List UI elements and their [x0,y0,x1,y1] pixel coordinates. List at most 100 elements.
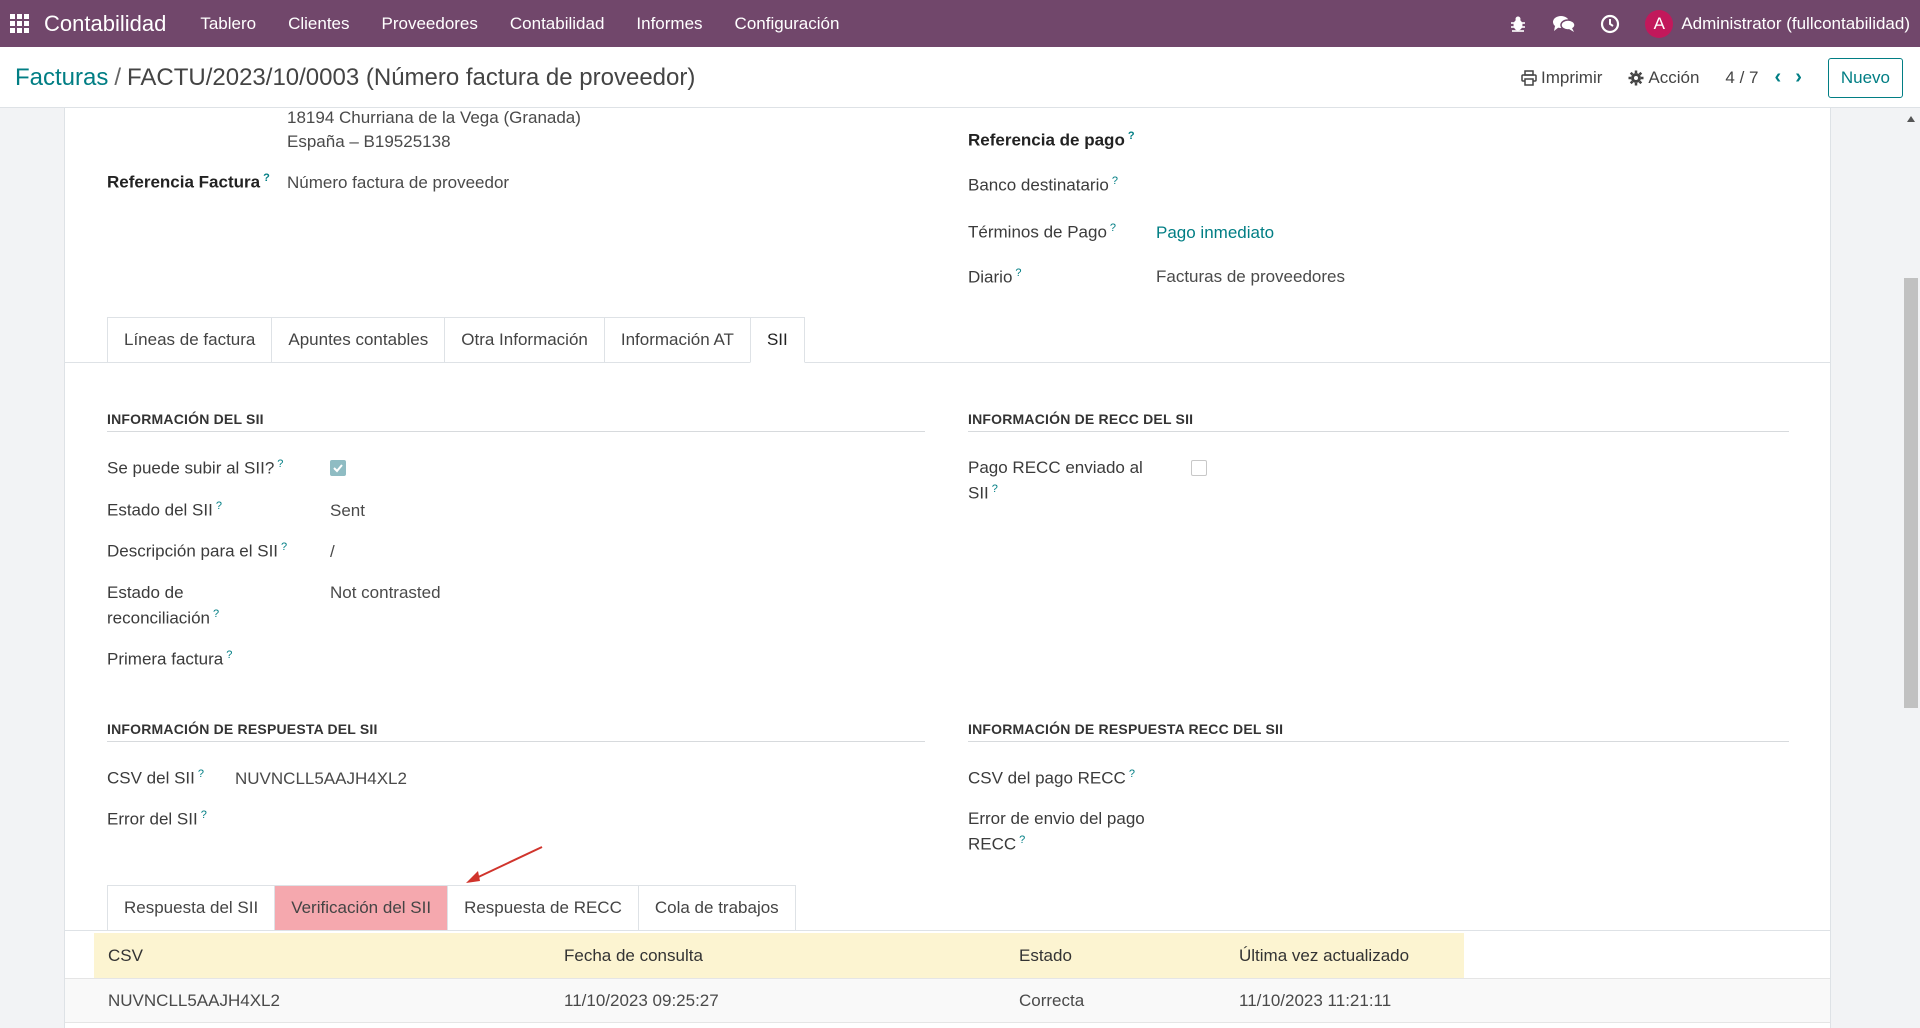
recc-csv-label: CSV del pago RECC? [968,768,1135,788]
help-icon[interactable]: ? [1128,130,1135,142]
recc-error-label-1: Error de envio del pago [968,809,1145,828]
recc-response-title: INFORMACIÓN DE RESPUESTA RECC DEL SII [968,721,1284,737]
can-upload-checkbox[interactable] [330,460,346,476]
apps-menu-icon[interactable] [10,13,30,34]
help-icon[interactable]: ? [277,458,283,470]
chat-icon[interactable] [1552,12,1577,36]
help-icon[interactable]: ? [1019,834,1025,846]
menu-item-contabilidad[interactable]: Contabilidad [510,14,605,34]
pager-previous-icon[interactable]: ‹ [1775,66,1782,89]
partner-address-line2: España – B19525138 [287,132,451,151]
sii-csv-value: NUVNCLL5AAJH4XL2 [235,769,407,788]
table-row[interactable] [65,978,1830,1023]
print-button[interactable]: Imprimir [1521,68,1602,88]
help-icon[interactable]: ? [1110,222,1116,234]
new-button[interactable]: Nuevo [1827,57,1903,98]
help-icon[interactable]: ? [1015,267,1021,279]
help-icon[interactable]: ? [281,541,287,553]
app-brand[interactable]: Contabilidad [44,11,166,37]
table-cell-state: Correcta [1019,991,1085,1010]
help-icon[interactable]: ? [198,768,204,780]
action-label: Acción [1648,67,1700,87]
scrollbar-thumb[interactable] [1904,278,1918,708]
user-avatar[interactable]: A [1645,9,1674,38]
bug-icon[interactable] [1506,12,1530,36]
clock-icon[interactable] [1598,12,1622,36]
section-divider [107,431,925,432]
table-cell-query-date: 11/10/2023 09:25:27 [564,991,719,1010]
checkmark-icon [333,464,343,473]
recc-sent-label-1: Pago RECC enviado al [968,458,1143,477]
section-divider [968,431,1789,432]
gear-icon [1628,70,1644,85]
sii-state-label: Estado del SII? [107,500,222,520]
column-header-query-date[interactable]: Fecha de consulta [564,946,703,966]
menu-item-proveedores[interactable]: Proveedores [382,14,478,34]
help-icon[interactable]: ? [201,809,207,821]
print-label: Imprimir [1541,67,1603,87]
sii-csv-label: CSV del SII? [107,768,204,788]
payment-terms-value[interactable]: Pago inmediato [1156,223,1274,243]
journal-value[interactable]: Facturas de proveedores [1156,267,1345,287]
tab-sii-verification[interactable]: Verificación del SII [274,885,448,931]
page-scrollbar[interactable] [1902,108,1920,1028]
sii-sub-tabs: Respuesta del SII Verificación del SII R… [107,885,796,931]
user-menu[interactable]: Administrator (fullcontabilidad) [1681,14,1910,34]
action-button[interactable]: Acción [1628,68,1699,88]
help-icon[interactable]: ? [992,483,998,495]
scroll-up-icon[interactable] [1907,116,1915,122]
tab-sii[interactable]: SII [749,317,805,363]
recc-sent-checkbox[interactable] [1191,460,1207,476]
pager-value[interactable]: 4 / 7 [1725,68,1758,88]
help-icon[interactable]: ? [263,172,270,184]
table-cell-csv: NUVNCLL5AAJH4XL2 [108,991,280,1010]
help-icon[interactable]: ? [226,649,232,661]
printer-icon [1521,69,1537,86]
tab-recc-response[interactable]: Respuesta de RECC [447,885,638,931]
sii-state-value: Sent [330,501,365,520]
sii-description-value[interactable]: / [330,542,335,562]
help-icon[interactable]: ? [213,608,219,620]
column-header-last-updated[interactable]: Última vez actualizado [1239,946,1409,966]
breadcrumb-current: FACTU/2023/10/0003 (Número factura de pr… [127,64,696,91]
sii-description-label: Descripción para el SII? [107,541,288,561]
section-divider [968,741,1789,742]
help-icon[interactable]: ? [216,500,222,512]
menu-item-informes[interactable]: Informes [636,14,702,34]
tab-at-info[interactable]: Información AT [603,317,750,363]
annotation-arrow-icon [466,846,543,883]
invoice-ref-label: Referencia Factura? [107,172,270,192]
form-sheet: 18194 Churriana de la Vega (Granada) Esp… [64,108,1831,1028]
section-divider [107,741,925,742]
breadcrumb-facturas-link[interactable]: Facturas [15,64,108,91]
menu-item-clientes[interactable]: Clientes [288,14,349,34]
pager-next-icon[interactable]: › [1795,66,1802,89]
first-invoice-label: Primera factura? [107,649,233,669]
help-icon[interactable]: ? [1112,175,1118,187]
journal-label: Diario? [968,267,1022,287]
reconcile-state-label-2: reconciliación? [107,608,220,628]
menu-item-tablero[interactable]: Tablero [200,14,256,34]
recc-sent-label-2: SII? [968,483,998,503]
breadcrumb: Facturas / FACTU/2023/10/0003 (Número fact… [15,64,695,92]
tab-journal-items[interactable]: Apuntes contables [271,317,445,363]
payment-ref-label: Referencia de pago? [968,130,1135,150]
help-icon[interactable]: ? [1129,768,1135,780]
table-cell-last-updated: 11/10/2023 11:21:11 [1239,991,1392,1010]
sii-error-label: Error del SII? [107,809,207,829]
column-header-state[interactable]: Estado [1019,946,1072,966]
invoice-ref-value[interactable]: Número factura de proveedor [287,173,509,193]
tab-sii-response[interactable]: Respuesta del SII [107,885,275,931]
menu-item-configuracion[interactable]: Configuración [735,14,840,34]
tab-invoice-lines[interactable]: Líneas de factura [107,317,272,363]
control-panel: Facturas / FACTU/2023/10/0003 (Número fact… [0,47,1920,108]
tab-job-queue[interactable]: Cola de trabajos [637,885,796,931]
sii-response-title: INFORMACIÓN DE RESPUESTA DEL SII [107,721,378,737]
main-tabs: Líneas de factura Apuntes contables Otra… [107,317,805,363]
sii-info-title: INFORMACIÓN DEL SII [107,411,264,427]
tab-other-info[interactable]: Otra Información [444,317,604,363]
reconcile-state-label-1: Estado de [107,583,184,602]
partner-address-line1: 18194 Churriana de la Vega (Granada) [287,108,581,127]
can-upload-label: Se puede subir al SII?? [107,458,284,478]
column-header-csv[interactable]: CSV [108,946,143,966]
